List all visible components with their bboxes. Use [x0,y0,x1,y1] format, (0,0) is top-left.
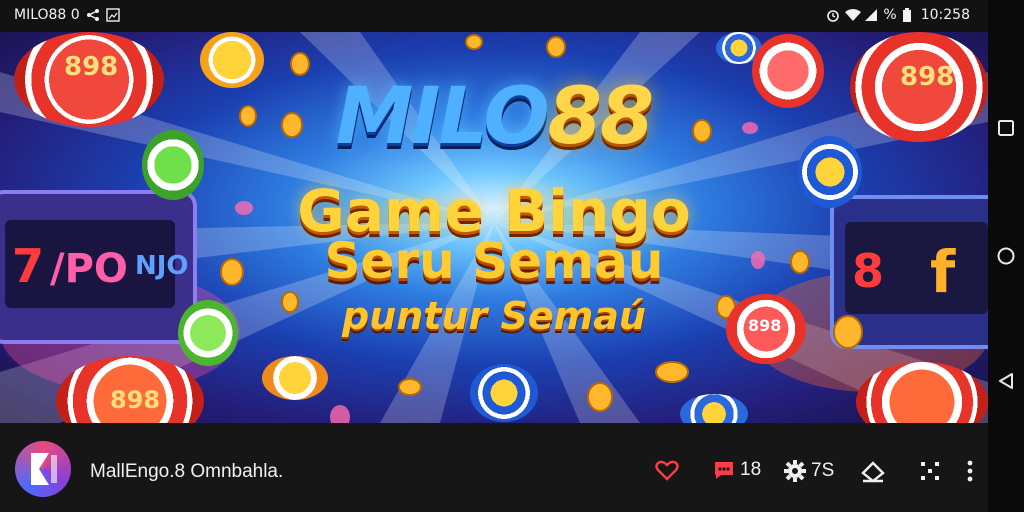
banner-line4: puntur Semaú [342,294,646,338]
status-carrier: MILO88 0 [14,7,80,23]
chip-orange-small [262,356,328,400]
battery-icon [902,8,916,22]
more-options-button[interactable] [960,459,980,483]
chip-blue-bottom [470,364,538,422]
signal-icon [864,8,878,22]
back-icon [999,373,1013,389]
grid-button[interactable] [918,459,942,483]
status-left: MILO88 0 [14,7,120,23]
shield-icon [861,461,885,483]
comment-count: 18 [740,459,762,480]
status-time: 10:258 [920,7,970,23]
like-button[interactable] [655,459,683,481]
gear-icon [784,460,806,482]
channel-avatar[interactable] [15,441,71,497]
heart-icon [655,460,679,481]
alarm-icon [826,8,840,22]
share-icon [86,8,100,22]
wifi-icon [845,8,862,22]
banner-title: MILO88 [0,72,988,162]
chip-label: 898 [110,386,161,414]
more-vertical-icon [967,460,973,482]
shield-button[interactable] [860,459,886,483]
battery-label: % [883,7,897,23]
banner-title-part2: 88 [547,72,655,162]
back-button[interactable] [997,372,1015,390]
home-icon [997,247,1015,265]
banner-title-part1: MILO [335,72,550,162]
status-right: % 10:258 [826,7,970,23]
image-icon [106,8,120,22]
channel-name[interactable]: MallEngo.8 Omnbahla. [90,461,283,483]
app-screen: MILO88 0 % 10:258 7 /PO NJO 8 f 898 898 … [0,0,1024,512]
comment-icon [715,462,733,479]
system-nav-bar [988,0,1024,512]
comment-button[interactable]: 18 [712,459,761,481]
home-button[interactable] [997,247,1015,265]
settings-button[interactable]: 7S [783,459,834,483]
recent-apps-icon [998,120,1014,136]
recent-apps-button[interactable] [997,119,1015,137]
bottom-bar: MallEngo.8 Omnbahla. 18 7S [0,423,988,512]
promo-banner[interactable]: 7 /PO NJO 8 f 898 898 898 898 MILO88 Gam… [0,32,988,423]
banner-line3: Seru Semau [324,232,664,290]
settings-count: 7S [811,460,835,481]
grid-icon [921,462,939,480]
status-bar: MILO88 0 % 10:258 [0,0,988,32]
channel-logo-icon [31,453,57,485]
